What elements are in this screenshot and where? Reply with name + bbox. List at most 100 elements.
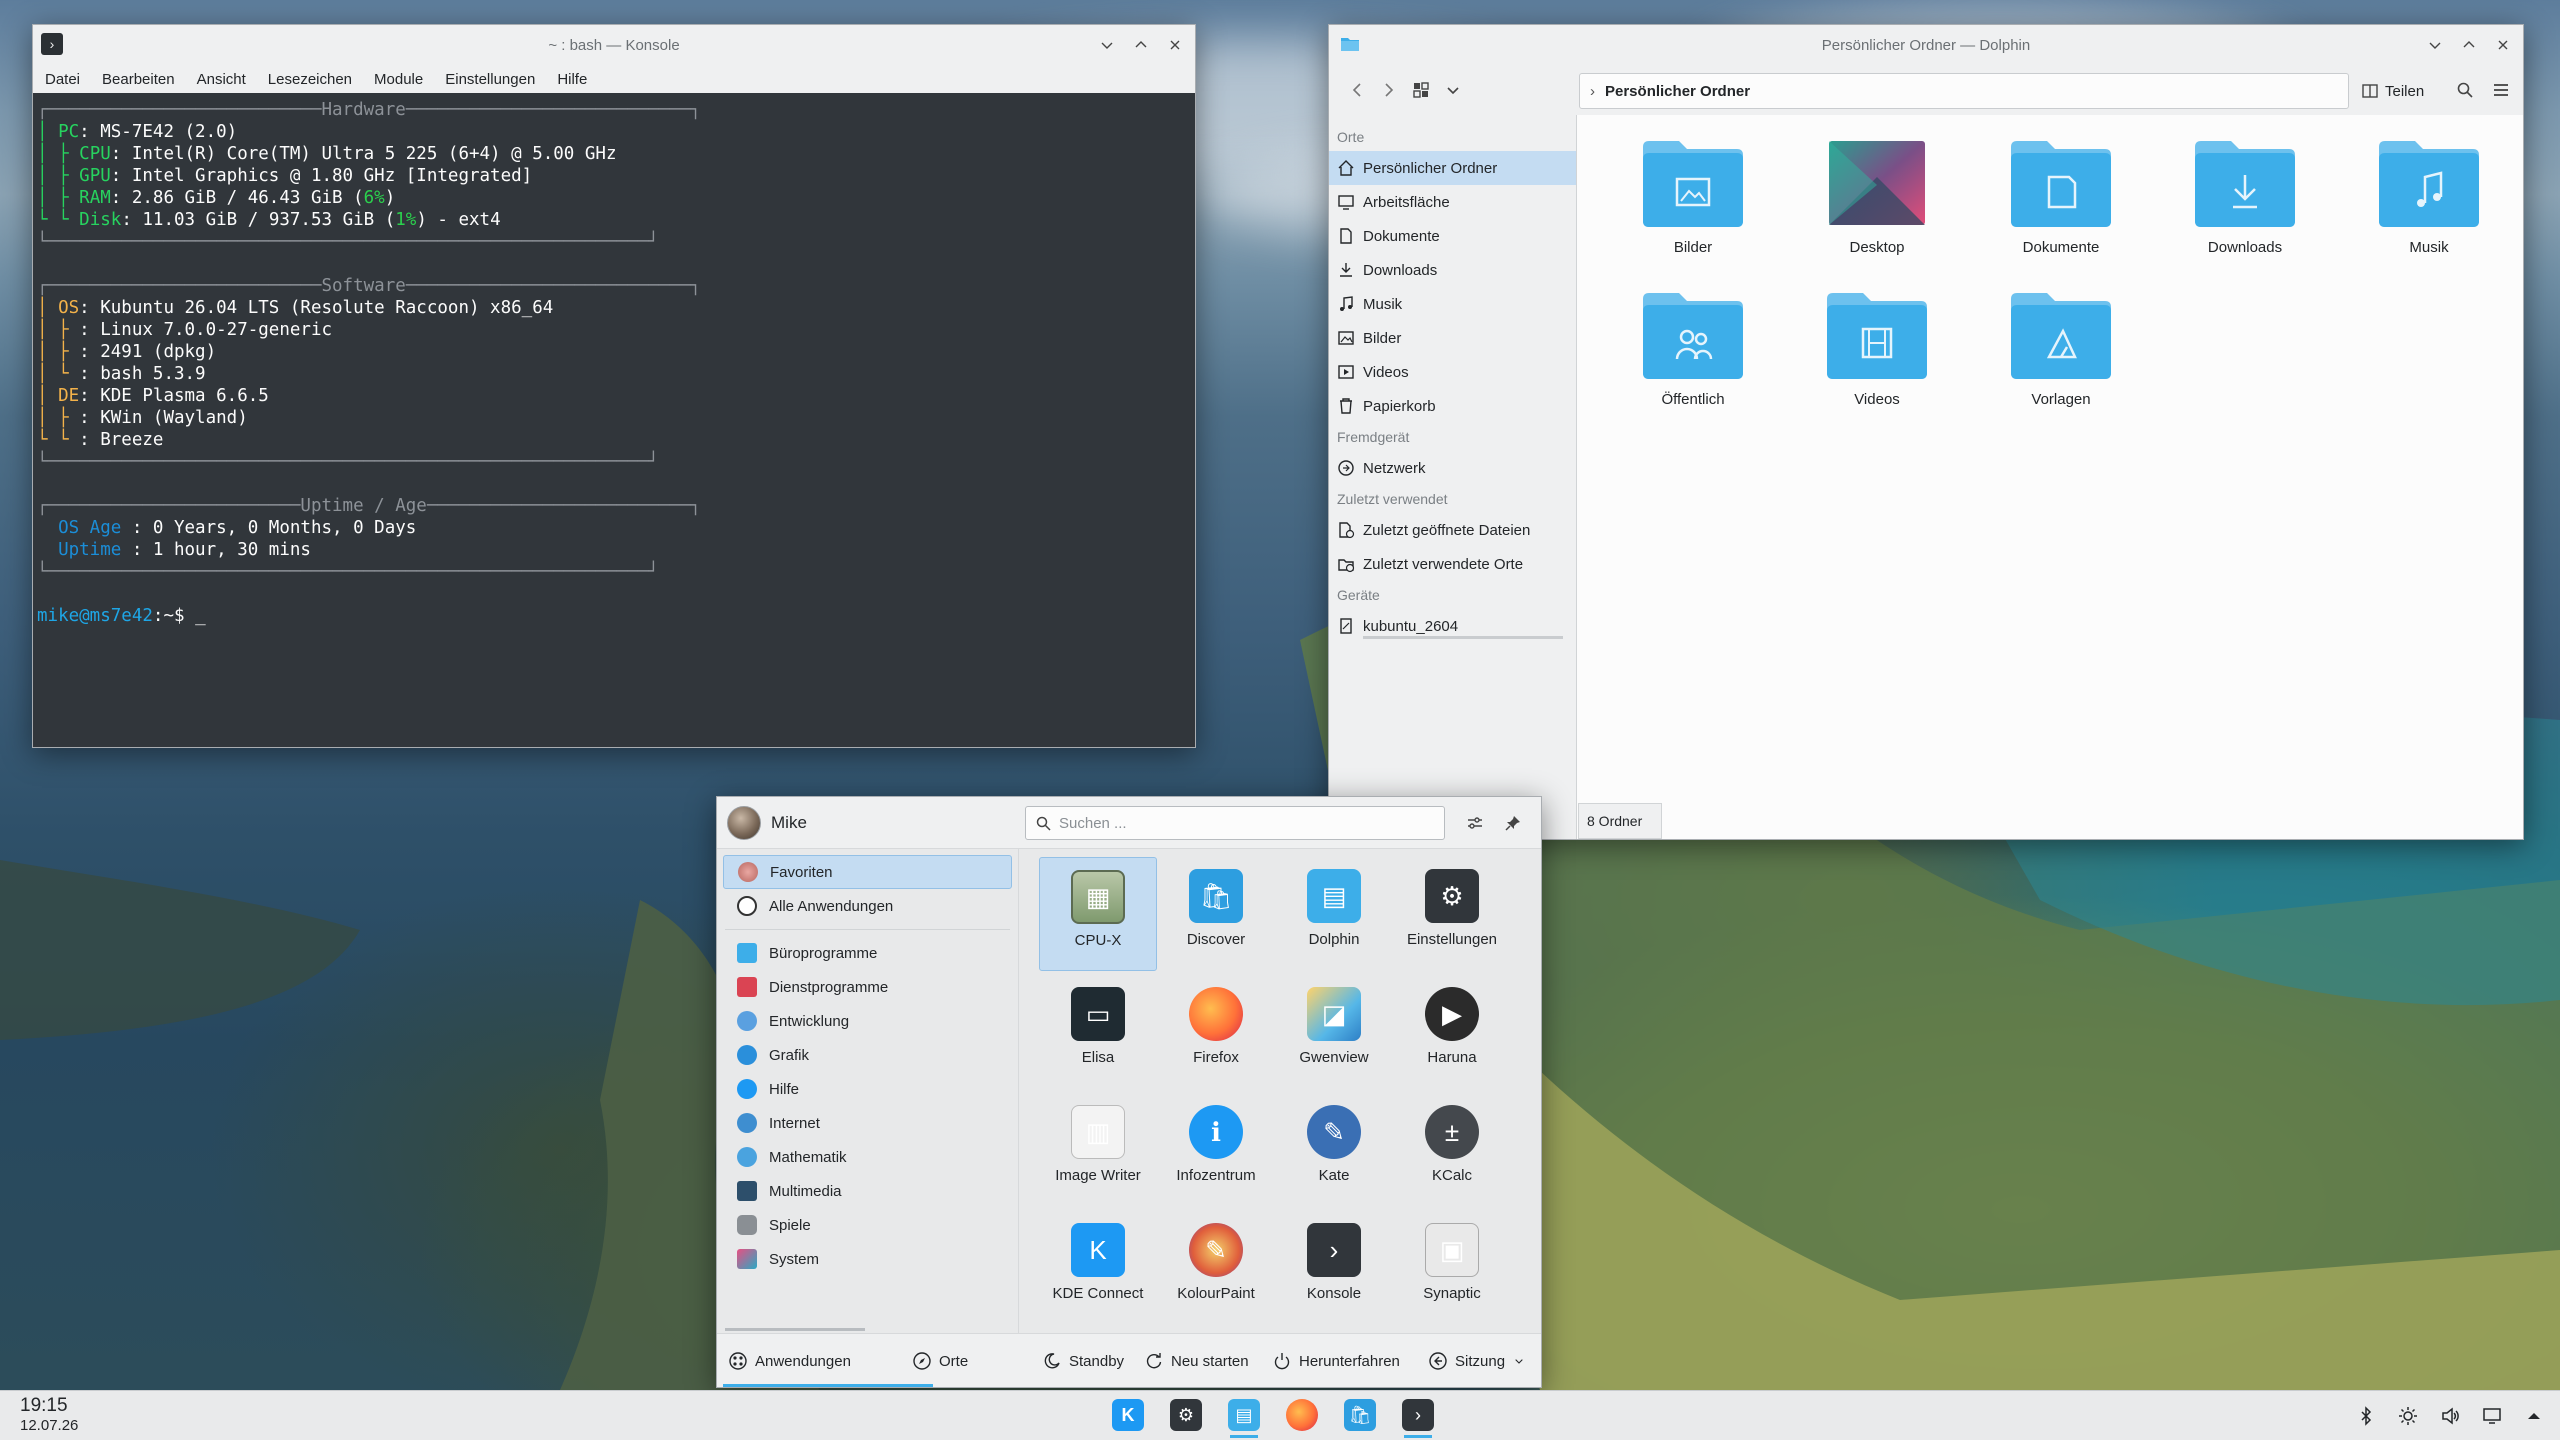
category-all-apps[interactable]: Alle Anwendungen — [723, 889, 1012, 923]
category-math[interactable]: Mathematik — [723, 1140, 1012, 1174]
minimize-icon[interactable] — [2425, 35, 2445, 55]
folder-desktop[interactable]: Desktop — [1802, 137, 1952, 256]
file-view[interactable]: Bilder Desktop Dokumente Downloads Musik Öffe… — [1578, 115, 2523, 839]
bluetooth-icon[interactable] — [2356, 1406, 2376, 1426]
forward-icon[interactable] — [1373, 74, 1405, 106]
dolphin-window[interactable]: Persönlicher Ordner — Dolphin › Persönli… — [1328, 24, 2524, 840]
minimize-icon[interactable] — [1097, 35, 1117, 55]
app-kate[interactable]: ✎ Kate — [1275, 1093, 1393, 1207]
close-icon[interactable] — [1165, 35, 1185, 55]
folder-public[interactable]: Öffentlich — [1618, 289, 1768, 408]
network-status-icon[interactable] — [2482, 1406, 2502, 1426]
app-konsole[interactable]: › Konsole — [1275, 1211, 1393, 1325]
category-help[interactable]: Hilfe — [723, 1072, 1012, 1106]
maximize-icon[interactable] — [1131, 35, 1151, 55]
menu-einstellungen[interactable]: Einstellungen — [445, 71, 535, 88]
tab-applications[interactable]: Anwendungen — [729, 1334, 851, 1388]
category-internet[interactable]: Internet — [723, 1106, 1012, 1140]
category-development[interactable]: Entwicklung — [723, 1004, 1012, 1038]
app-elisa[interactable]: ▭ Elisa — [1039, 975, 1157, 1089]
sidebar-item-videos[interactable]: Videos — [1329, 355, 1576, 389]
close-icon[interactable] — [2493, 35, 2513, 55]
terminal-output[interactable]: ┌──────────────────────────Hardware─────… — [33, 93, 1195, 747]
breadcrumb[interactable]: › Persönlicher Ordner — [1579, 73, 2349, 109]
konsole-titlebar[interactable]: › ~ : bash — Konsole — [33, 25, 1195, 65]
configure-icon[interactable] — [1461, 809, 1489, 837]
app-firefox[interactable]: Firefox — [1157, 975, 1275, 1089]
avatar[interactable] — [727, 805, 761, 840]
menu-datei[interactable]: Datei — [45, 71, 80, 88]
menu-bearbeiten[interactable]: Bearbeiten — [102, 71, 175, 88]
app-discover[interactable]: 🛍 Discover — [1157, 857, 1275, 971]
konsole-task-icon[interactable]: › — [1398, 1395, 1438, 1438]
folder-videos[interactable]: Videos — [1802, 289, 1952, 408]
volume-icon[interactable] — [2440, 1406, 2460, 1426]
app-cpu-x[interactable]: ▦ CPU-X — [1039, 857, 1157, 971]
app-dolphin[interactable]: ▤ Dolphin — [1275, 857, 1393, 971]
discover-icon[interactable]: 🛍 — [1340, 1395, 1380, 1435]
app-image-writer[interactable]: ▥ Image Writer — [1039, 1093, 1157, 1207]
sidebar-item-documents[interactable]: Dokumente — [1329, 219, 1576, 253]
sidebar-item-home[interactable]: Persönlicher Ordner — [1329, 151, 1576, 185]
back-icon[interactable] — [1341, 74, 1373, 106]
app-kde-connect[interactable]: K KDE Connect — [1039, 1211, 1157, 1325]
hamburger-menu-icon[interactable] — [2485, 74, 2517, 106]
konsole-window[interactable]: › ~ : bash — Konsole Datei Bearbeiten An… — [32, 24, 1196, 748]
dolphin-task-icon[interactable]: ▤ — [1224, 1395, 1264, 1438]
sidebar-item-pictures[interactable]: Bilder — [1329, 321, 1576, 355]
maximize-icon[interactable] — [2459, 35, 2479, 55]
sidebar-item-trash[interactable]: Papierkorb — [1329, 389, 1576, 423]
sidebar-item-recent-files[interactable]: Zuletzt geöffnete Dateien — [1329, 513, 1576, 547]
menu-ansicht[interactable]: Ansicht — [197, 71, 246, 88]
category-favorites[interactable]: Favoriten — [723, 855, 1012, 889]
category-utilities[interactable]: Dienstprogramme — [723, 970, 1012, 1004]
folder-documents[interactable]: Dokumente — [1986, 137, 2136, 256]
search-icon[interactable] — [2449, 74, 2481, 106]
search-input[interactable]: Suchen ... — [1025, 806, 1445, 840]
sidebar-item-music[interactable]: Musik — [1329, 287, 1576, 321]
pin-icon[interactable] — [1499, 809, 1527, 837]
chevron-down-icon[interactable] — [1437, 74, 1469, 106]
folder-music[interactable]: Musik — [2354, 137, 2504, 256]
sidebar-item-recent-places[interactable]: Zuletzt verwendete Orte — [1329, 547, 1576, 581]
folder-templates[interactable]: Vorlagen — [1986, 289, 2136, 408]
category-office[interactable]: Büroprogramme — [723, 936, 1012, 970]
restart-button[interactable]: Neu starten — [1145, 1334, 1249, 1388]
standby-button[interactable]: Standby — [1043, 1334, 1124, 1388]
app-haruna[interactable]: ▶ Haruna — [1393, 975, 1511, 1089]
menu-module[interactable]: Module — [374, 71, 423, 88]
app-kcalc[interactable]: ± KCalc — [1393, 1093, 1511, 1207]
shell-prompt[interactable]: mike@ms7e42:~$ _ — [37, 605, 1191, 627]
sidebar-item-desktop[interactable]: Arbeitsfläche — [1329, 185, 1576, 219]
breadcrumb-current[interactable]: Persönlicher Ordner — [1605, 83, 1750, 100]
share-button[interactable]: Teilen — [2361, 75, 2424, 107]
application-launcher[interactable]: Mike Suchen ... Favoriten Alle Anwendung… — [716, 796, 1542, 1388]
session-button[interactable]: Sitzung — [1429, 1334, 1525, 1388]
firefox-icon[interactable] — [1282, 1395, 1322, 1435]
menu-lesezeichen[interactable]: Lesezeichen — [268, 71, 352, 88]
view-mode-icon[interactable] — [1405, 74, 1437, 106]
chevron-up-icon[interactable] — [2524, 1406, 2544, 1426]
category-games[interactable]: Spiele — [723, 1208, 1012, 1242]
app-synaptic[interactable]: ▣ Synaptic — [1393, 1211, 1511, 1325]
brightness-icon[interactable] — [2398, 1406, 2418, 1426]
category-system[interactable]: System — [723, 1242, 1012, 1276]
kde-launcher-icon[interactable]: K — [1108, 1395, 1148, 1435]
app-settings[interactable]: ⚙ Einstellungen — [1393, 857, 1511, 971]
sidebar-item-downloads[interactable]: Downloads — [1329, 253, 1576, 287]
category-multimedia[interactable]: Multimedia — [723, 1174, 1012, 1208]
sidebar-item-network[interactable]: Netzwerk — [1329, 451, 1576, 485]
sidebar-item-device[interactable]: kubuntu_2604 — [1329, 609, 1576, 643]
category-graphics[interactable]: Grafik — [723, 1038, 1012, 1072]
shutdown-button[interactable]: Herunterfahren — [1273, 1334, 1400, 1388]
digital-clock[interactable]: 19:15 12.07.26 — [20, 1395, 78, 1435]
app-gwenview[interactable]: ◪ Gwenview — [1275, 975, 1393, 1089]
settings-app-icon[interactable]: ⚙ — [1166, 1395, 1206, 1435]
app-info-center[interactable]: ℹ Infozentrum — [1157, 1093, 1275, 1207]
category-scrollbar[interactable] — [725, 1328, 865, 1331]
folder-images[interactable]: Bilder — [1618, 137, 1768, 256]
tab-places[interactable]: Orte — [913, 1334, 968, 1388]
menu-hilfe[interactable]: Hilfe — [557, 71, 587, 88]
dolphin-titlebar[interactable]: Persönlicher Ordner — Dolphin — [1329, 25, 2523, 65]
app-kolourpaint[interactable]: ✎ KolourPaint — [1157, 1211, 1275, 1325]
